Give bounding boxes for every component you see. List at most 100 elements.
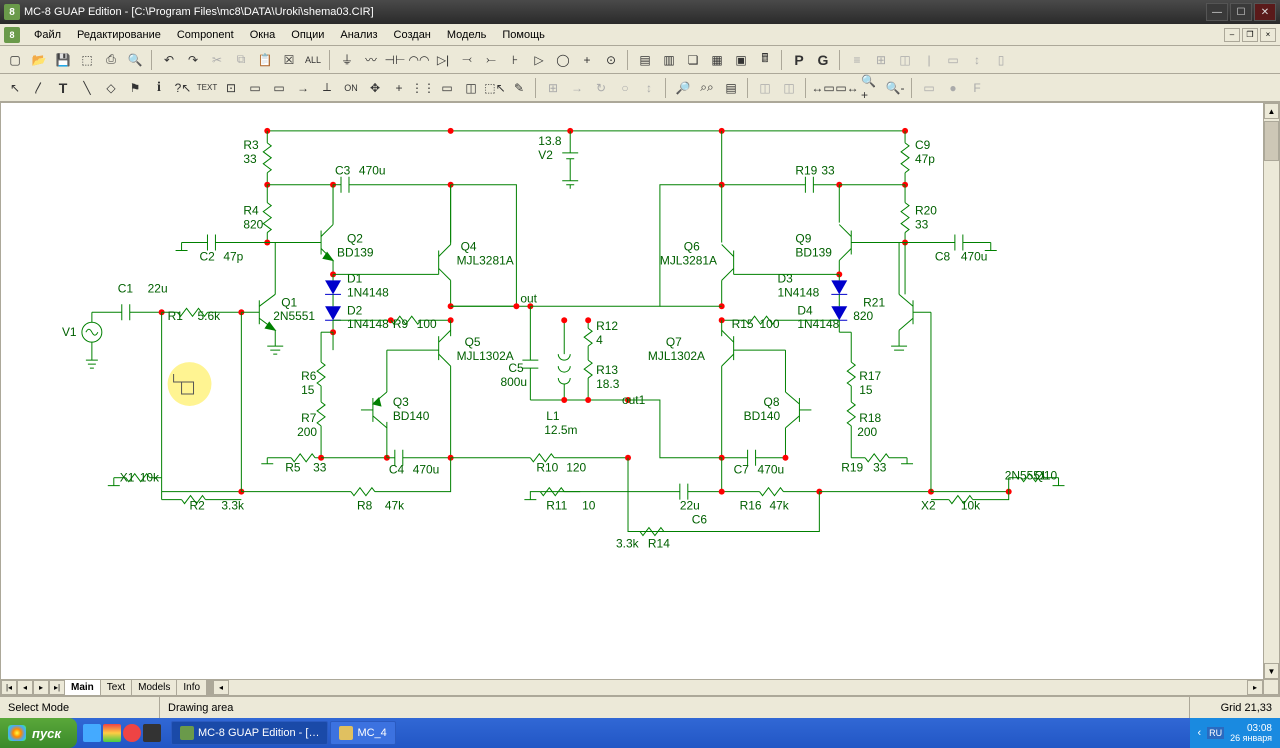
plus-icon[interactable]: + bbox=[576, 49, 598, 71]
capacitor-icon[interactable]: ⊣⊢ bbox=[384, 49, 406, 71]
print-icon[interactable]: ⎙ bbox=[100, 49, 122, 71]
save-icon[interactable]: 💾 bbox=[52, 49, 74, 71]
resistor-icon[interactable]: 〰 bbox=[360, 49, 382, 71]
list-icon[interactable]: ▤ bbox=[720, 77, 742, 99]
opamp-icon[interactable]: ▷ bbox=[528, 49, 550, 71]
menu-windows[interactable]: Окна bbox=[242, 29, 284, 41]
undo-icon[interactable]: ↶ bbox=[158, 49, 180, 71]
paste-icon[interactable]: 📋 bbox=[254, 49, 276, 71]
selectall-icon[interactable]: ALL bbox=[302, 49, 324, 71]
tile-h-icon[interactable]: ▤ bbox=[634, 49, 656, 71]
new-icon[interactable]: ▢ bbox=[4, 49, 26, 71]
scroll-up-icon[interactable]: ▲ bbox=[1264, 103, 1279, 119]
tab-main[interactable]: Main bbox=[65, 680, 101, 695]
comp-tool[interactable]: ▭ bbox=[244, 77, 266, 99]
menu-edit[interactable]: Редактирование bbox=[69, 29, 169, 41]
rects-tool[interactable]: ◫ bbox=[460, 77, 482, 99]
close-button[interactable]: ✕ bbox=[1254, 3, 1276, 21]
fit-icon[interactable]: ↔▭ bbox=[812, 77, 834, 99]
tab-last-icon[interactable]: ▸| bbox=[49, 680, 65, 695]
fit2-icon[interactable]: ▭↔ bbox=[836, 77, 858, 99]
ql-desktop-icon[interactable] bbox=[83, 724, 101, 742]
mdi-restore[interactable]: ❐ bbox=[1242, 28, 1258, 42]
mdi-close[interactable]: × bbox=[1260, 28, 1276, 42]
box-tool[interactable]: ▭ bbox=[268, 77, 290, 99]
open-icon[interactable]: 📂 bbox=[28, 49, 50, 71]
tab-next-icon[interactable]: ▸ bbox=[33, 680, 49, 695]
tab-prev-icon[interactable]: ◂ bbox=[17, 680, 33, 695]
npn-icon[interactable]: ⤙ bbox=[456, 49, 478, 71]
tray-lang-icon[interactable]: RU bbox=[1207, 727, 1224, 739]
delete-icon[interactable]: ☒ bbox=[278, 49, 300, 71]
move-tool[interactable]: ✥ bbox=[364, 77, 386, 99]
zoomout-icon[interactable]: 🔍- bbox=[884, 77, 906, 99]
arrow-tool[interactable]: → bbox=[292, 77, 314, 99]
mosfet-icon[interactable]: ⊦ bbox=[504, 49, 526, 71]
scroll-right-icon[interactable]: ▸ bbox=[1247, 680, 1263, 695]
source-icon[interactable]: ◯ bbox=[552, 49, 574, 71]
help-tool[interactable]: ?↖ bbox=[172, 77, 194, 99]
menu-model[interactable]: Модель bbox=[439, 29, 494, 41]
copy-icon[interactable]: ⧉ bbox=[230, 49, 252, 71]
textbox-tool[interactable]: TEXT bbox=[196, 77, 218, 99]
pnp-icon[interactable]: ⤚ bbox=[480, 49, 502, 71]
binoc-icon[interactable]: ⌕⌕ bbox=[696, 77, 718, 99]
system-tray[interactable]: ‹ RU 03:08 26 января bbox=[1190, 718, 1280, 748]
edit-tool[interactable]: ✎ bbox=[508, 77, 530, 99]
tab-info[interactable]: Info bbox=[177, 680, 207, 695]
schematic-canvas[interactable]: 13.8 V2 R3 33 R4 820 C2 47p V1 C1 22u R1… bbox=[1, 103, 1263, 679]
ql-opera-icon[interactable] bbox=[123, 724, 141, 742]
menu-component[interactable]: Component bbox=[169, 29, 242, 41]
start-button[interactable]: пуск bbox=[0, 718, 77, 748]
poly-tool[interactable]: ◇ bbox=[100, 77, 122, 99]
tab-text[interactable]: Text bbox=[101, 680, 132, 695]
rect-tool[interactable]: ▭ bbox=[436, 77, 458, 99]
minimize-button[interactable]: — bbox=[1206, 3, 1228, 21]
menu-help[interactable]: Помощь bbox=[494, 29, 553, 41]
tab-first-icon[interactable]: |◂ bbox=[1, 680, 17, 695]
tab-models[interactable]: Models bbox=[132, 680, 177, 695]
taskbar-task-mc8[interactable]: MC-8 GUAP Edition - [… bbox=[171, 721, 328, 745]
scroll-thumb[interactable] bbox=[1264, 121, 1279, 161]
mdi-minimize[interactable]: – bbox=[1224, 28, 1240, 42]
wire-tool[interactable]: 〳 bbox=[28, 77, 50, 99]
cut-icon[interactable]: ✂ bbox=[206, 49, 228, 71]
calc-icon[interactable]: 🖩 bbox=[754, 49, 776, 71]
plus-tool[interactable]: + bbox=[388, 77, 410, 99]
vertical-scrollbar[interactable]: ▲ ▼ bbox=[1263, 103, 1279, 679]
text-tool[interactable]: T bbox=[52, 77, 74, 99]
select-tool[interactable]: ↖ bbox=[4, 77, 26, 99]
p-tool[interactable]: P bbox=[788, 49, 810, 71]
net-tool[interactable]: ⊡ bbox=[220, 77, 242, 99]
switch-tool[interactable]: ON bbox=[340, 77, 362, 99]
ground-icon[interactable]: ⏚ bbox=[336, 49, 358, 71]
find-icon[interactable]: 🔎 bbox=[672, 77, 694, 99]
flag-tool[interactable]: ⚑ bbox=[124, 77, 146, 99]
line-tool[interactable]: ╲ bbox=[76, 77, 98, 99]
preview-icon[interactable]: 🔍 bbox=[124, 49, 146, 71]
sel-tool[interactable]: ⬚↖ bbox=[484, 77, 506, 99]
window-icon[interactable]: ▣ bbox=[730, 49, 752, 71]
scroll-down-icon[interactable]: ▼ bbox=[1264, 663, 1279, 679]
taskbar-task-folder[interactable]: MC_4 bbox=[330, 721, 395, 745]
saveall-icon[interactable]: ⬚ bbox=[76, 49, 98, 71]
tile-v-icon[interactable]: ▥ bbox=[658, 49, 680, 71]
menu-file[interactable]: Файл bbox=[26, 29, 69, 41]
clock[interactable]: 03:08 26 января bbox=[1230, 723, 1272, 744]
grid-tool[interactable]: ⋮⋮ bbox=[412, 77, 434, 99]
cascade-icon[interactable]: ❏ bbox=[682, 49, 704, 71]
redo-icon[interactable]: ↷ bbox=[182, 49, 204, 71]
g-tool[interactable]: G bbox=[812, 49, 834, 71]
maximize-button[interactable]: ☐ bbox=[1230, 3, 1252, 21]
tile2-icon[interactable]: ▦ bbox=[706, 49, 728, 71]
probe-tool[interactable]: ⟂ bbox=[316, 77, 338, 99]
dotsrc-icon[interactable]: ⊙ bbox=[600, 49, 622, 71]
tray-arrow-icon[interactable]: ‹ bbox=[1198, 727, 1202, 739]
menu-create[interactable]: Создан bbox=[386, 29, 439, 41]
inductor-icon[interactable]: ◠◠ bbox=[408, 49, 430, 71]
info-tool[interactable]: i bbox=[148, 77, 170, 99]
scroll-left-icon[interactable]: ◂ bbox=[213, 680, 229, 695]
ql-more-icon[interactable] bbox=[143, 724, 161, 742]
menu-options[interactable]: Опции bbox=[283, 29, 332, 41]
diode-icon[interactable]: ▷| bbox=[432, 49, 454, 71]
